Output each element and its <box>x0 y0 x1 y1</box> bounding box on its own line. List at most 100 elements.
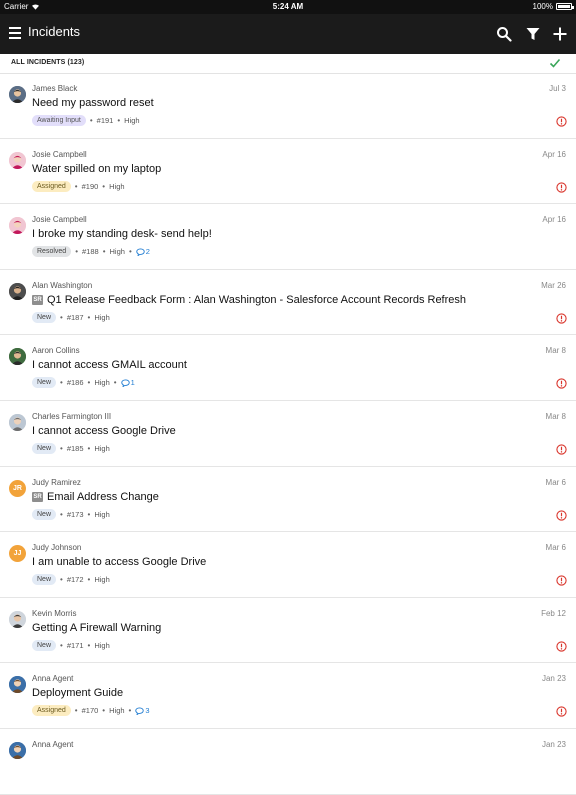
incident-number: #190 <box>81 181 99 191</box>
incident-row[interactable]: James Black Jul 3 Need my password reset Aw… <box>0 73 576 139</box>
comment-icon <box>135 707 145 715</box>
incident-title: I am unable to access Google Drive <box>32 556 206 568</box>
incident-row[interactable]: Josie Campbell Apr 16 Water spilled on my … <box>0 139 576 205</box>
comment-count: 3 <box>135 706 150 715</box>
incident-number: #191 <box>96 116 114 125</box>
incident-number: #187 <box>66 312 84 322</box>
separator: • <box>87 443 91 453</box>
status-badge: Assigned <box>32 705 71 717</box>
incident-date: Jan 23 <box>541 739 566 749</box>
comment-icon <box>120 379 130 387</box>
status-badge: Awaiting Input <box>32 115 86 126</box>
high-priority-alert-icon <box>556 509 567 521</box>
incident-title-text: Need my password reset <box>32 97 154 109</box>
incident-date: Apr 16 <box>542 149 566 159</box>
incident-date: Mar 8 <box>545 346 566 356</box>
incident-date: Mar 8 <box>545 411 566 421</box>
status-bar: Carrier 5:24 AM 100% <box>0 0 576 14</box>
incident-row[interactable]: Josie Campbell Apr 16 I broke my standing … <box>0 204 576 270</box>
incident-title: I cannot access GMAIL account <box>32 359 187 371</box>
avatar: JR <box>9 479 26 497</box>
incident-list: James Black Jul 3 Need my password reset Aw… <box>0 73 576 795</box>
filter-bar[interactable]: ALL INCIDENTS (123) <box>0 54 576 74</box>
separator: • <box>113 378 117 388</box>
separator: • <box>60 443 63 453</box>
navigation-bar: Incidents <box>0 14 576 54</box>
separator: • <box>60 640 63 650</box>
avatar: JJ <box>9 545 26 563</box>
incident-title: I cannot access Google Drive <box>32 425 176 437</box>
incident-title: SR Email Address Change <box>32 491 159 503</box>
separator: • <box>87 312 91 322</box>
incident-meta: New • #187 • High <box>32 311 110 323</box>
incident-row[interactable]: Alan Washington Mar 26 SR Q1 Release Feedba… <box>0 270 576 336</box>
incident-priority: High <box>109 706 125 716</box>
separator: • <box>60 312 63 322</box>
incident-title: Getting A Firewall Warning <box>32 622 161 634</box>
incident-number: #170 <box>81 706 99 716</box>
high-priority-alert-icon <box>556 313 567 324</box>
filter-label: ALL INCIDENTS (123) <box>11 59 85 66</box>
avatar <box>9 151 26 169</box>
incident-title: Water spilled on my laptop <box>32 163 161 175</box>
incident-priority: High <box>109 247 125 257</box>
incident-row[interactable]: Kevin Morris Feb 12 Getting A Firewall War… <box>0 598 576 664</box>
incident-author: Anna Agent <box>32 739 74 749</box>
status-badge: Assigned <box>32 180 71 192</box>
status-time: 5:24 AM <box>272 2 304 11</box>
incident-row[interactable]: JJ Judy Johnson Mar 6 I am unable to access… <box>0 532 576 598</box>
incident-author: James Black <box>32 84 78 93</box>
incident-meta: New • #185 • High <box>32 442 110 454</box>
avatar <box>9 676 26 694</box>
status-badge: New <box>32 311 57 323</box>
comment-count-value: 2 <box>145 247 150 257</box>
avatar <box>9 413 26 431</box>
incident-meta: New • #173 • High <box>32 508 110 520</box>
incident-row[interactable]: Aaron Collins Mar 8 I cannot access GMAIL … <box>0 335 576 401</box>
incident-title: Deployment Guide <box>32 687 123 699</box>
status-badge: New <box>32 574 57 586</box>
separator: • <box>128 247 132 257</box>
incident-meta: Awaiting Input • #191 • High <box>32 115 140 126</box>
separator: • <box>87 575 91 585</box>
incident-row[interactable]: Anna Agent Jan 23 Deployment Guide Assigned… <box>0 663 576 729</box>
incident-priority: High <box>94 575 110 585</box>
incident-row[interactable]: JR Judy Ramirez Mar 6 SR Email Address Chang… <box>0 467 576 533</box>
incident-meta: New • #186 • High • 1 <box>32 377 135 389</box>
incident-author: Judy Ramirez <box>32 477 81 487</box>
incident-author: Anna Agent <box>32 674 74 684</box>
incident-date: Mar 6 <box>545 543 566 553</box>
status-badge: New <box>32 639 57 651</box>
separator: • <box>117 116 121 125</box>
separator: • <box>89 116 93 125</box>
status-badge: Resolved <box>32 246 72 258</box>
menu-icon[interactable] <box>9 27 21 39</box>
incident-number: #171 <box>66 640 84 650</box>
incident-priority: High <box>94 378 110 388</box>
status-badge: New <box>32 508 57 520</box>
avatar-initials: JJ <box>13 550 22 558</box>
incident-number: #173 <box>66 509 84 519</box>
incident-author: Charles Farmington III <box>32 411 112 421</box>
incident-date: Mar 26 <box>541 280 566 290</box>
separator: • <box>87 640 91 650</box>
incident-number: #185 <box>66 443 84 453</box>
incident-number: #186 <box>66 378 84 388</box>
incident-row[interactable]: Charles Farmington III Mar 8 I cannot acce… <box>0 401 576 467</box>
incident-author: Josie Campbell <box>32 149 87 159</box>
battery-percent: 100% <box>532 2 553 11</box>
separator: • <box>60 378 63 388</box>
incident-priority: High <box>94 312 110 322</box>
incident-title-text: I cannot access GMAIL account <box>32 359 187 372</box>
incident-title-text: Email Address Change <box>47 490 159 503</box>
search-icon[interactable] <box>496 26 512 42</box>
incident-priority: High <box>109 181 125 191</box>
add-icon[interactable] <box>552 26 568 42</box>
incident-row[interactable]: Anna Agent Jan 23 <box>0 729 576 795</box>
high-priority-alert-icon <box>556 641 567 652</box>
filter-icon[interactable] <box>525 26 541 42</box>
high-priority-alert-icon <box>556 575 567 586</box>
comment-count: 2 <box>136 247 150 256</box>
avatar <box>9 610 26 628</box>
incident-date: Jul 3 <box>549 84 566 93</box>
